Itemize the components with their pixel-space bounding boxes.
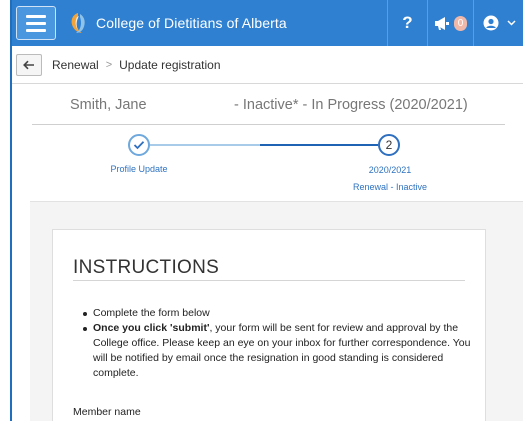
- member-name-label: Member name: [73, 406, 141, 418]
- instructions-list: Complete the form below Once you click '…: [83, 306, 473, 381]
- user-circle-icon: [483, 15, 499, 31]
- step-1-label[interactable]: Profile Update: [99, 164, 179, 174]
- step-2-number: 2: [385, 138, 393, 152]
- app-title[interactable]: College of Dietitians of Alberta: [96, 15, 287, 31]
- breadcrumb-item-renewal[interactable]: Renewal: [52, 58, 99, 72]
- step-2-label-year: 2020/2021: [368, 165, 412, 175]
- instructions-divider: [73, 280, 465, 281]
- help-icon: ?: [402, 13, 413, 32]
- progress-stepper: 2 Profile Update 2020/2021 Renewal - Ina…: [12, 125, 523, 195]
- notifications-button[interactable]: 0: [427, 0, 473, 46]
- megaphone-icon: [435, 16, 449, 30]
- breadcrumb-separator: >: [105, 58, 113, 71]
- chevron-down-icon: [507, 20, 516, 26]
- registration-status: - Inactive* - In Progress (2020/2021): [234, 97, 468, 113]
- arrow-left-icon: [23, 60, 34, 69]
- breadcrumb-bar: Renewal > Update registration: [12, 46, 523, 84]
- help-button[interactable]: ?: [387, 0, 427, 46]
- step-2-circle[interactable]: 2: [378, 134, 400, 156]
- top-navigation-bar: College of Dietitians of Alberta ? 0: [12, 0, 523, 46]
- instruction-bold-text: Once you click 'submit': [93, 322, 210, 334]
- step-2-label[interactable]: 2020/2021 Renewal - Inactive: [340, 162, 440, 196]
- instructions-heading: INSTRUCTIONS: [73, 257, 220, 278]
- user-menu-button[interactable]: [473, 0, 523, 46]
- step-2-label-type: Renewal - Inactive: [352, 182, 428, 192]
- app-window: College of Dietitians of Alberta ? 0 Ren…: [10, 0, 523, 421]
- check-icon: [133, 141, 145, 150]
- back-button[interactable]: [16, 53, 42, 76]
- hamburger-icon[interactable]: [16, 6, 56, 40]
- top-actions: ? 0: [387, 0, 523, 46]
- instruction-text: Complete the form below: [93, 307, 210, 319]
- step-connector-completed: [150, 144, 260, 146]
- notifications-count-badge: 0: [454, 15, 467, 31]
- member-name-heading: Smith, Jane: [70, 97, 147, 113]
- instruction-item: Once you click 'submit', your form will …: [83, 321, 473, 381]
- college-logo-icon: [71, 13, 85, 33]
- instructions-card: INSTRUCTIONS Complete the form below Onc…: [52, 229, 486, 421]
- instruction-item: Complete the form below: [83, 306, 473, 321]
- step-connector-active: [260, 144, 378, 146]
- step-1-circle[interactable]: [128, 134, 150, 156]
- window-edge: [0, 0, 10, 421]
- breadcrumb-item-update-registration: Update registration: [119, 57, 221, 72]
- registration-header: Smith, Jane - Inactive* - In Progress (2…: [12, 84, 523, 124]
